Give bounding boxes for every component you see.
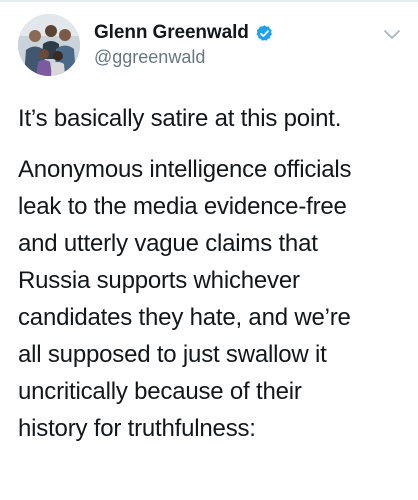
tweet-text: It’s basically satire at this point. Ano…: [18, 100, 410, 447]
tweet-paragraph: Anonymous intelligence officials leak to…: [18, 156, 352, 442]
verified-badge-icon: [256, 24, 272, 41]
tweet-paragraph: It’s basically satire at this point.: [18, 105, 342, 132]
top-divider: [0, 0, 418, 2]
avatar-photo: [18, 14, 80, 76]
display-name-row: Glenn Greenwald: [94, 20, 274, 46]
author-handle[interactable]: @ggreenwald: [94, 47, 274, 68]
tweet-header: Glenn Greenwald @ggreenwald: [18, 14, 408, 76]
author-display-name[interactable]: Glenn Greenwald: [94, 22, 249, 44]
chevron-down-icon[interactable]: [382, 28, 402, 42]
avatar[interactable]: [18, 14, 80, 76]
author-info: Glenn Greenwald @ggreenwald: [94, 20, 274, 68]
